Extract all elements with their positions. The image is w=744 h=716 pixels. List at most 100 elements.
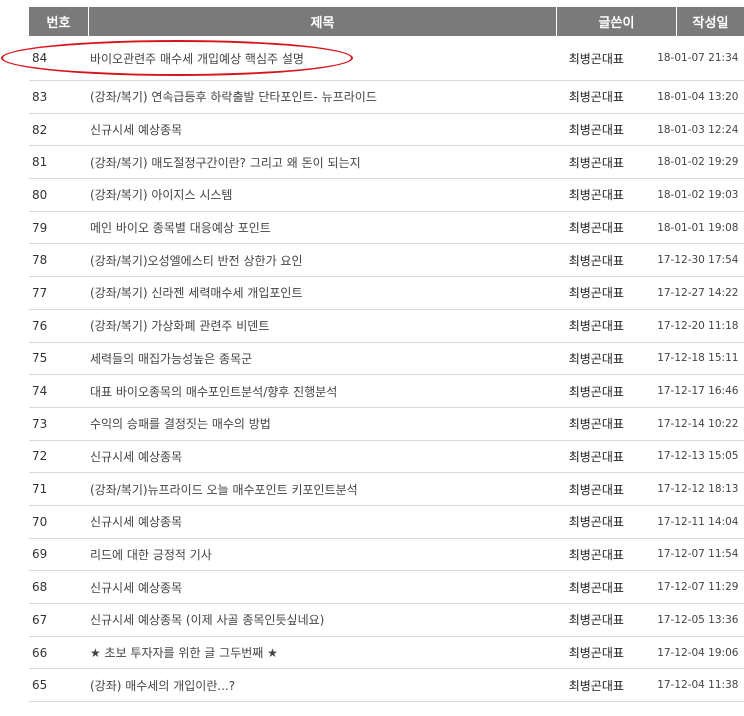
header-title: 제목	[89, 7, 557, 36]
post-title-link[interactable]: 바이오관련주 매수세 개입예상 핵심주 설명	[87, 50, 538, 67]
post-number: 67	[32, 612, 48, 627]
post-date: 17-12-20 11:18	[657, 319, 739, 332]
post-number: 81	[32, 155, 48, 170]
post-number: 74	[32, 384, 48, 399]
post-date: 18-01-02 19:03	[657, 188, 739, 201]
post-title-link[interactable]: (강좌/복기) 연속급등후 하락출발 단타포인트- 뉴프라이드	[87, 88, 538, 105]
post-title-link[interactable]: (강좌/복기) 매도절정구간이란? 그리고 왜 돈이 되는지	[87, 154, 538, 171]
post-author: 최병곤대표	[568, 417, 624, 432]
post-date: 17-12-12 18:13	[657, 483, 739, 496]
table-row: 77 (강좌/복기) 신라젠 세력매수세 개입포인트 최병곤대표 17-12-27 1…	[29, 277, 744, 310]
post-date: 18-01-07 21:34	[657, 52, 739, 64]
post-title-link[interactable]: 메인 바이오 종목별 대응예상 포인트	[87, 219, 538, 236]
post-date: 17-12-11 14:04	[657, 515, 739, 528]
table-row: 67 신규시세 예상종목 (이제 사골 종목인듯싶네요) 최병곤대표 17-12-05…	[29, 604, 744, 637]
table-row: 76 (강좌/복기) 가상화폐 관련주 비덴트 최병곤대표 17-12-20 11:1…	[29, 310, 744, 343]
post-number: 78	[32, 253, 48, 268]
post-date: 17-12-27 14:22	[657, 286, 739, 299]
post-date: 17-12-13 15:05	[657, 450, 739, 463]
post-title-link[interactable]: ★ 초보 투자자를 위한 글 그두번째 ★	[87, 644, 538, 661]
post-number: 83	[32, 89, 48, 104]
table-row: 80 (강좌/복기) 아이지스 시스템 최병곤대표 18-01-02 19:03	[29, 179, 744, 212]
post-date: 17-12-30 17:54	[657, 254, 739, 267]
table-row: 78 (강좌/복기)오성엘에스티 반전 상한가 요인 최병곤대표 17-12-30 1…	[29, 244, 744, 278]
post-date: 18-01-04 13:20	[657, 90, 739, 103]
post-title-link[interactable]: (강좌/복기)오성엘에스티 반전 상한가 요인	[87, 252, 538, 269]
post-number: 68	[32, 580, 48, 595]
table-row: 69 리드에 대한 긍정적 기사 최병곤대표 17-12-07 11:54	[29, 539, 744, 572]
post-author: 최병곤대표	[568, 155, 624, 170]
post-title-link[interactable]: (강좌) 매수세의 개입이란...?	[87, 677, 538, 694]
post-title-link[interactable]: 세력들의 매집가능성높은 종목군	[87, 350, 538, 367]
post-date: 18-01-03 12:24	[657, 123, 739, 136]
post-title-link[interactable]: 대표 바이오종목의 매수포인트분석/향후 진행분석	[87, 383, 538, 400]
header-author: 글쓴이	[557, 7, 677, 36]
post-author: 최병곤대표	[568, 384, 624, 399]
table-row: 83 (강좌/복기) 연속급등후 하락출발 단타포인트- 뉴프라이드 최병곤대표 18…	[29, 81, 744, 114]
table-row: 72 신규시세 예상종목 최병곤대표 17-12-13 15:05	[29, 441, 744, 474]
post-number: 66	[32, 645, 48, 660]
post-number: 76	[32, 318, 48, 333]
post-title-link[interactable]: 신규시세 예상종목	[87, 579, 538, 596]
post-date: 17-12-04 19:06	[657, 646, 739, 659]
post-title-link[interactable]: 신규시세 예상종목	[87, 121, 538, 138]
post-author: 최병곤대표	[568, 678, 624, 693]
post-date: 17-12-18 15:11	[657, 352, 739, 365]
post-title-link[interactable]: (강좌/복기)뉴프라이드 오늘 매수포인트 키포인트분석	[87, 481, 538, 498]
post-author: 최병곤대표	[568, 351, 624, 366]
post-number: 80	[32, 187, 48, 202]
post-number: 71	[32, 482, 48, 497]
post-number: 75	[32, 351, 48, 366]
post-number: 84	[32, 51, 48, 65]
post-title-link[interactable]: 신규시세 예상종목 (이제 사골 종목인듯싶네요)	[87, 611, 538, 628]
post-author: 최병곤대표	[568, 515, 624, 530]
post-date: 17-12-07 11:54	[657, 548, 739, 561]
table-row: 74 대표 바이오종목의 매수포인트분석/향후 진행분석 최병곤대표 17-12-17…	[29, 375, 744, 408]
table-row: 66 ★ 초보 투자자를 위한 글 그두번째 ★ 최병곤대표 17-12-04 19:…	[29, 637, 744, 670]
table-row: 82 신규시세 예상종목 최병곤대표 18-01-03 12:24	[29, 114, 744, 147]
post-number: 69	[32, 547, 48, 562]
post-author: 최병곤대표	[568, 286, 624, 301]
post-author: 최병곤대표	[568, 51, 624, 66]
post-date: 17-12-04 11:38	[657, 679, 739, 692]
post-date: 18-01-02 19:29	[657, 156, 739, 169]
table-row: 75 세력들의 매집가능성높은 종목군 최병곤대표 17-12-18 15:11	[29, 343, 744, 376]
post-title-link[interactable]: (강좌/복기) 가상화폐 관련주 비덴트	[87, 317, 538, 334]
post-author: 최병곤대표	[568, 253, 624, 268]
post-author: 최병곤대표	[568, 319, 624, 334]
post-author: 최병곤대표	[568, 613, 624, 628]
post-title-link[interactable]: 리드에 대한 긍정적 기사	[87, 546, 538, 563]
post-author: 최병곤대표	[568, 449, 624, 464]
post-title-link[interactable]: (강좌/복기) 신라젠 세력매수세 개입포인트	[87, 284, 538, 301]
table-row: 79 메인 바이오 종목별 대응예상 포인트 최병곤대표 18-01-01 19:08	[29, 212, 744, 245]
post-title-link[interactable]: 신규시세 예상종목	[87, 448, 538, 465]
table-row: 68 신규시세 예상종목 최병곤대표 17-12-07 11:29	[29, 571, 744, 604]
post-number: 70	[32, 514, 48, 529]
post-author: 최병곤대표	[568, 188, 624, 203]
post-author: 최병곤대표	[568, 90, 624, 105]
post-author: 최병곤대표	[568, 482, 624, 497]
table-row: 81 (강좌/복기) 매도절정구간이란? 그리고 왜 돈이 되는지 최병곤대표 18-…	[29, 146, 744, 180]
post-number: 65	[32, 678, 48, 693]
table-row: 73 수익의 승패를 결정짓는 매수의 방법 최병곤대표 17-12-14 10:22	[29, 408, 744, 441]
post-date: 17-12-14 10:22	[657, 417, 739, 430]
post-number: 73	[32, 416, 48, 431]
post-author: 최병곤대표	[568, 123, 624, 138]
post-title-link[interactable]: (강좌/복기) 아이지스 시스템	[87, 186, 538, 203]
table-row: 71 (강좌/복기)뉴프라이드 오늘 매수포인트 키포인트분석 최병곤대표 17-12…	[29, 473, 744, 506]
post-author: 최병곤대표	[568, 580, 624, 595]
post-author: 최병곤대표	[568, 646, 624, 661]
post-number: 82	[32, 122, 48, 137]
post-board: 번호 제목 글쓴이 작성일 84 바이오관련주 매수세 개입예상 핵심주 설명 최병…	[29, 7, 744, 703]
post-author: 최병곤대표	[568, 221, 624, 236]
post-date: 17-12-07 11:29	[657, 581, 739, 594]
post-number: 72	[32, 449, 48, 464]
table-row: 65 (강좌) 매수세의 개입이란...? 최병곤대표 17-12-04 11:38	[29, 669, 744, 703]
post-date: 18-01-01 19:08	[657, 221, 739, 234]
header-num: 번호	[29, 7, 89, 36]
post-list: 84 바이오관련주 매수세 개입예상 핵심주 설명 최병곤대표 18-01-07 21…	[29, 36, 744, 703]
post-title-link[interactable]: 신규시세 예상종목	[87, 513, 538, 530]
table-row: 84 바이오관련주 매수세 개입예상 핵심주 설명 최병곤대표 18-01-07 21…	[29, 36, 744, 81]
post-author: 최병곤대표	[568, 547, 624, 562]
post-title-link[interactable]: 수익의 승패를 결정짓는 매수의 방법	[87, 415, 538, 432]
